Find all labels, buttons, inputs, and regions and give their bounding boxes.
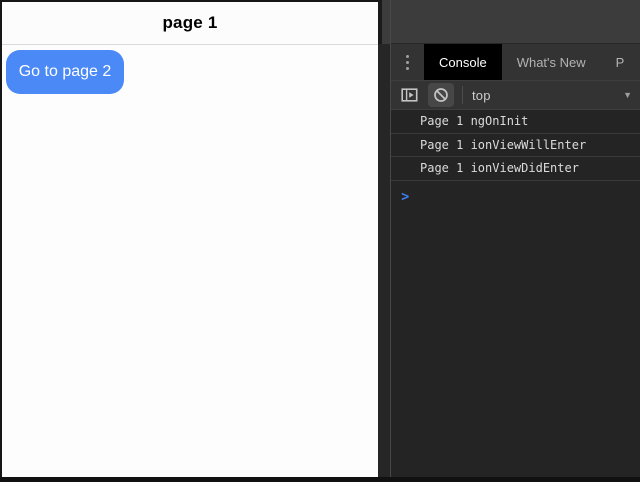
devtools-tab-bar: Console What's New P bbox=[391, 44, 640, 80]
console-message: Page 1 ionViewDidEnter bbox=[391, 157, 640, 181]
console-toolbar: top ▼ bbox=[391, 80, 640, 110]
console-message: Page 1 ionViewWillEnter bbox=[391, 134, 640, 158]
panel-divider-top-gray bbox=[382, 0, 390, 44]
kebab-menu-icon[interactable] bbox=[391, 44, 424, 80]
console-prompt[interactable]: > bbox=[391, 181, 640, 206]
app-header: page 1 bbox=[2, 2, 378, 45]
kebab-dot bbox=[406, 61, 409, 64]
clear-console-icon[interactable] bbox=[428, 83, 454, 107]
go-to-page-2-button[interactable]: Go to page 2 bbox=[6, 50, 124, 94]
devtools-panel: Console What's New P top ▼ bbox=[390, 0, 640, 477]
tab-partial-clipped[interactable]: P bbox=[601, 44, 640, 80]
panel-divider bbox=[378, 0, 390, 477]
console-output: Page 1 ngOnInit Page 1 ionViewWillEnter … bbox=[391, 110, 640, 206]
bottom-bar bbox=[0, 477, 640, 482]
app-content: Go to page 2 bbox=[2, 50, 378, 94]
tab-whats-new[interactable]: What's New bbox=[502, 44, 601, 80]
toolbar-separator bbox=[462, 86, 463, 104]
prompt-chevron-icon: > bbox=[401, 189, 409, 205]
circle-slash-glyph bbox=[433, 87, 449, 103]
app-preview: page 1 Go to page 2 bbox=[0, 0, 378, 477]
screenshot-root: page 1 Go to page 2 Console What's New P bbox=[0, 0, 640, 482]
devtools-top-area bbox=[391, 0, 640, 44]
dropdown-arrow-icon[interactable]: ▼ bbox=[623, 90, 632, 100]
frame-context-selector[interactable]: top bbox=[472, 88, 491, 103]
page-title: page 1 bbox=[162, 13, 217, 33]
panel-play-glyph bbox=[401, 87, 418, 103]
show-console-sidebar-icon[interactable] bbox=[396, 83, 422, 107]
kebab-dot bbox=[406, 67, 409, 70]
kebab-dot bbox=[406, 55, 409, 58]
tab-console[interactable]: Console bbox=[424, 44, 502, 80]
console-message: Page 1 ngOnInit bbox=[391, 110, 640, 134]
